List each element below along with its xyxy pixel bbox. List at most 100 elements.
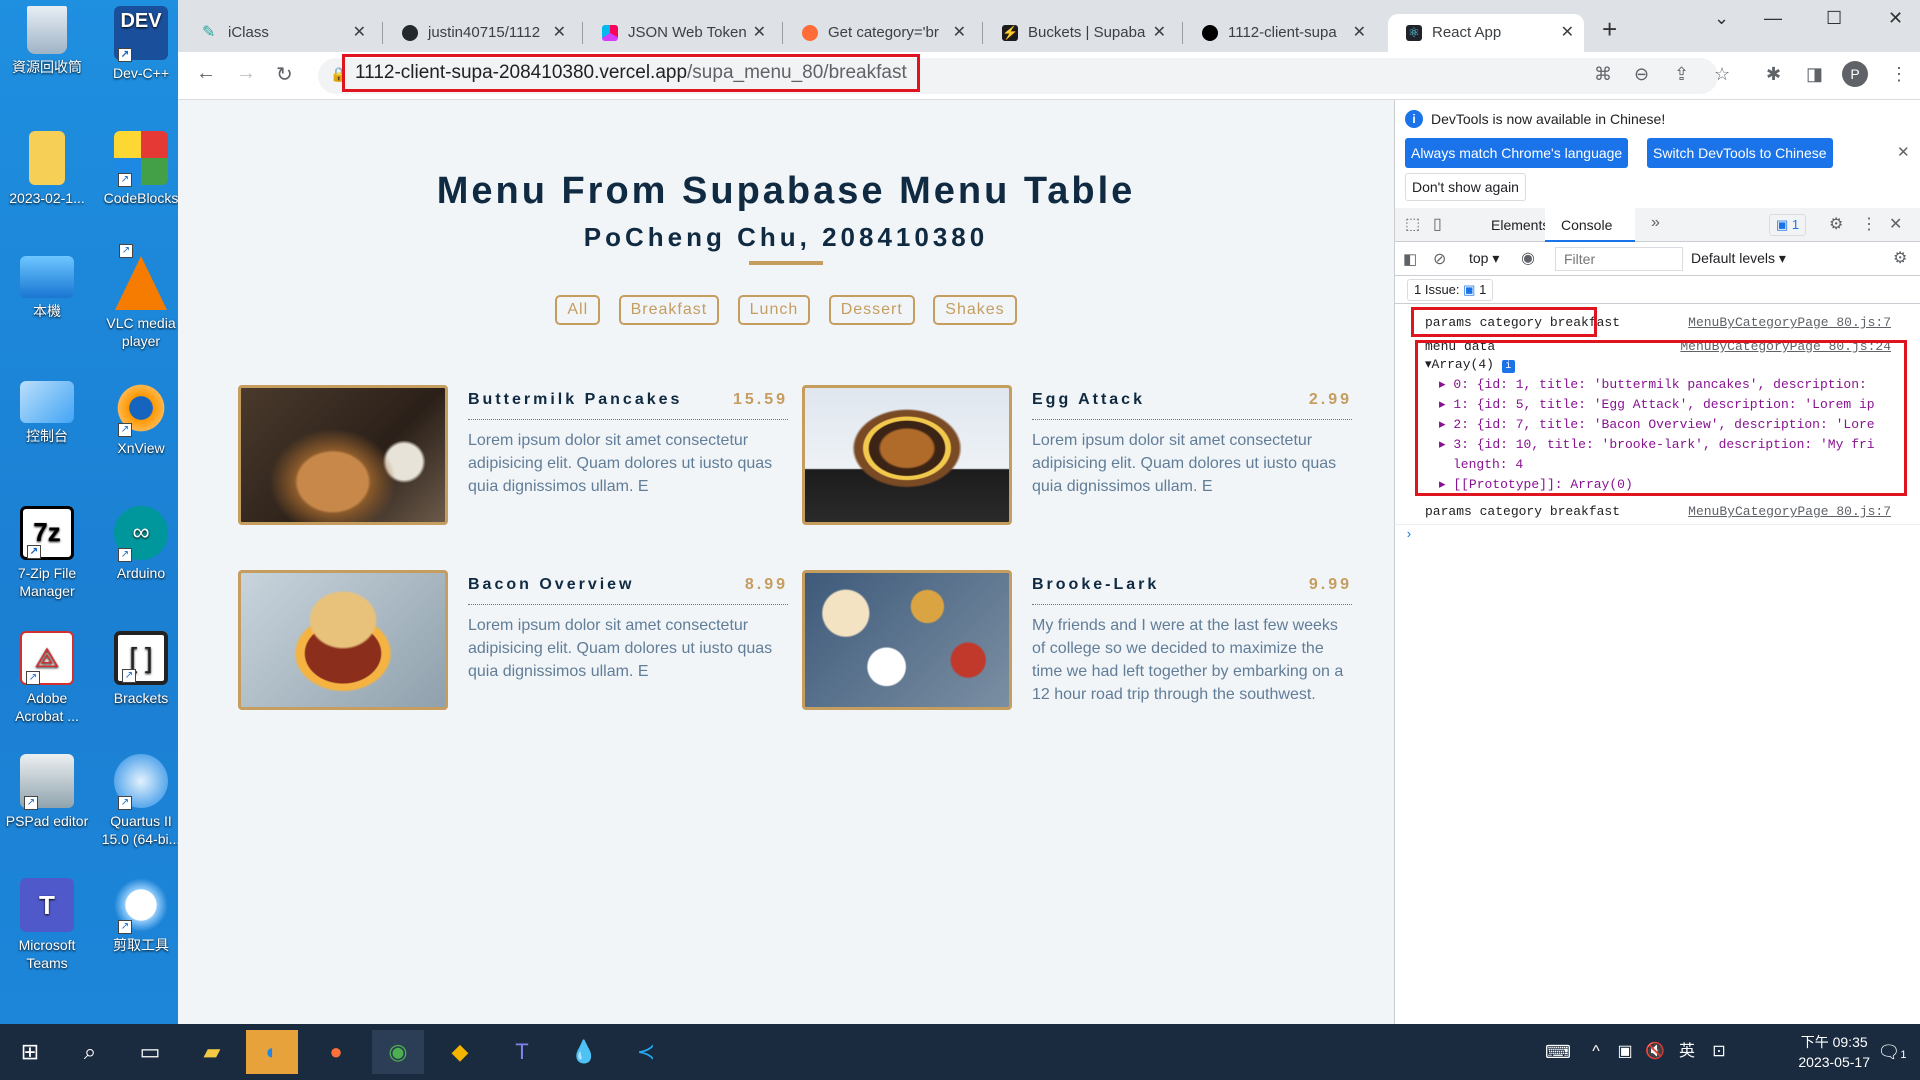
desktop-icon-label: PSPad editor [5, 813, 89, 829]
tray-chevron-icon[interactable]: ^ [1584, 1030, 1608, 1074]
tab-search-icon[interactable]: ⌄ [1714, 8, 1729, 29]
zoom-icon[interactable]: ⊖ [1634, 64, 1649, 85]
menu-item-title: Bacon Overview [468, 576, 635, 593]
clear-console-icon[interactable]: ⊘ [1433, 249, 1446, 269]
volume-icon[interactable]: 🔇 [1640, 1030, 1670, 1074]
issue-flag-icon: ▣ [1463, 282, 1476, 297]
tab-elements[interactable]: Elements [1491, 217, 1549, 233]
control-panel-shortcut[interactable]: 控制台 [2, 375, 92, 445]
live-expression-eye-icon[interactable]: ◉ [1521, 248, 1535, 268]
folder-shortcut[interactable]: 2023-02-1... [2, 125, 92, 207]
brackets-shortcut[interactable]: [ ] ↗ Brackets [96, 625, 186, 707]
dont-show-again-button[interactable]: Don't show again [1405, 173, 1526, 201]
close-devtools-icon[interactable]: ✕ [1889, 214, 1902, 234]
reload-icon[interactable]: ↻ [276, 62, 293, 87]
7zip-shortcut[interactable]: 7z ↗ 7-Zip File Manager [2, 500, 92, 600]
menu-item-price: 15.59 [732, 391, 788, 408]
drop-app-icon[interactable]: 💧 [558, 1030, 610, 1074]
sidebar-toggle-icon[interactable]: ◧ [1403, 250, 1417, 268]
tab-vercel[interactable]: 1112-client-supa ✕ [1184, 14, 1376, 52]
xnview-shortcut[interactable]: ↗ XnView [96, 375, 186, 457]
extensions-icon[interactable]: ✱ [1766, 64, 1781, 85]
console-filter-input[interactable] [1555, 247, 1683, 271]
close-window-icon[interactable]: ✕ [1888, 8, 1903, 29]
filter-breakfast-button[interactable]: Breakfast [618, 295, 720, 325]
menu-item-description: Lorem ipsum dolor sit amet consectetur a… [468, 617, 773, 680]
close-notice-icon[interactable]: ✕ [1897, 143, 1910, 161]
tab-supabase-buckets[interactable]: ⚡ Buckets | Supaba ✕ [984, 14, 1176, 52]
codeblocks-icon: ↗ [114, 131, 168, 187]
tab-github[interactable]: justin40715/1112 ✕ [384, 14, 576, 52]
issues-badge[interactable]: ▣ 1 [1769, 214, 1807, 236]
network-icon[interactable]: ▣ [1610, 1030, 1640, 1074]
tab-iclass[interactable]: ✎ iClass ✕ [184, 14, 376, 52]
side-panel-icon[interactable]: ◨ [1806, 64, 1823, 85]
teams-shortcut[interactable]: T Microsoft Teams [2, 872, 92, 972]
close-icon[interactable]: ✕ [1153, 14, 1166, 52]
inspect-element-icon[interactable]: ⬚ [1405, 214, 1420, 234]
settings-gear-icon[interactable]: ⚙ [1829, 214, 1843, 234]
log-source-link[interactable]: MenuByCategoryPage_80.js:7 [1688, 502, 1891, 522]
forward-icon[interactable]: → [236, 62, 256, 85]
tab-react-app[interactable]: ⚛ React App ✕ [1388, 14, 1584, 52]
arduino-shortcut[interactable]: ∞ ↗ Arduino [96, 500, 186, 582]
vscode-icon[interactable]: ≺ [620, 1030, 672, 1074]
close-icon[interactable]: ✕ [553, 14, 566, 52]
match-language-button[interactable]: Always match Chrome's language [1405, 138, 1629, 168]
system-clock[interactable]: 下午 09:35 2023-05-17 [1798, 1032, 1870, 1072]
filter-dessert-button[interactable]: Dessert [828, 295, 915, 325]
task-view-icon[interactable]: ▭ [124, 1030, 176, 1074]
back-icon[interactable]: ← [196, 62, 216, 85]
log-levels-dropdown[interactable]: Default levels ▾ [1691, 250, 1786, 267]
tab-jwt[interactable]: JSON Web Token ✕ [584, 14, 776, 52]
devcpp-shortcut[interactable]: DEV ↗ Dev-C++ [96, 0, 186, 82]
recycle-bin-shortcut[interactable]: 資源回收筒 [2, 0, 92, 76]
console-prompt[interactable]: › [1395, 524, 1920, 544]
log-source-link[interactable]: MenuByCategoryPage_80.js:7 [1688, 313, 1891, 333]
profile-avatar[interactable]: P [1842, 61, 1868, 87]
minimize-icon[interactable]: — [1764, 8, 1782, 29]
devtools-menu-icon[interactable]: ⋮ [1861, 214, 1877, 234]
keyboard-icon[interactable]: ⌨ [1532, 1030, 1584, 1074]
snipping-tool-shortcut[interactable]: ↗ 剪取工具 [96, 872, 186, 954]
ime-mode-icon[interactable]: ⊡ [1704, 1030, 1734, 1074]
device-toolbar-icon[interactable]: ▯ [1433, 214, 1442, 234]
sourcetree-icon[interactable]: ◆ [434, 1030, 486, 1074]
filter-shakes-button[interactable]: Shakes [933, 295, 1017, 325]
bookmark-star-icon[interactable]: ☆ [1714, 64, 1730, 85]
tab-get-category[interactable]: Get category='br ✕ [784, 14, 976, 52]
codeblocks-shortcut[interactable]: ↗ CodeBlocks [96, 125, 186, 207]
new-tab-icon[interactable]: + [1602, 14, 1617, 45]
acrobat-shortcut[interactable]: ⟁ ↗ Adobe Acrobat ... [2, 625, 92, 725]
chrome-icon[interactable]: ◉ [372, 1030, 424, 1074]
maximize-icon[interactable]: ☐ [1826, 8, 1842, 29]
more-tabs-icon[interactable]: » [1651, 214, 1660, 232]
pspad-shortcut[interactable]: ↗ PSPad editor [2, 748, 92, 830]
windows-start-icon[interactable]: ⊞ [4, 1030, 56, 1074]
search-icon[interactable]: ⌕ [64, 1030, 116, 1074]
issues-link[interactable]: 1 Issue: ▣ 1 [1407, 279, 1494, 301]
vlc-shortcut[interactable]: ↗ VLC media player [96, 244, 186, 350]
close-icon[interactable]: ✕ [353, 14, 366, 52]
menu-kebab-icon[interactable]: ⋮ [1890, 64, 1908, 85]
filter-lunch-button[interactable]: Lunch [737, 295, 811, 325]
close-icon[interactable]: ✕ [953, 14, 966, 52]
close-icon[interactable]: ✕ [1561, 14, 1574, 52]
teams-taskbar-icon[interactable]: T [496, 1030, 548, 1074]
filter-all-button[interactable]: All [555, 295, 601, 325]
firefox-icon[interactable]: ● [310, 1030, 362, 1074]
computer-shortcut[interactable]: 本機 [2, 250, 92, 320]
edge-icon[interactable]: ◐ [246, 1030, 298, 1074]
file-explorer-icon[interactable]: ▰ [186, 1030, 238, 1074]
address-bar-url[interactable]: 1112-client-supa-208410380.vercel.app/su… [342, 54, 920, 92]
close-icon[interactable]: ✕ [1353, 14, 1366, 52]
switch-to-chinese-button[interactable]: Switch DevTools to Chinese [1647, 138, 1833, 168]
translate-icon[interactable]: ⌘ [1594, 64, 1612, 85]
context-selector[interactable]: top ▾ [1469, 250, 1499, 267]
ime-indicator[interactable]: 英 [1672, 1030, 1702, 1074]
console-settings-icon[interactable]: ⚙ [1893, 248, 1907, 268]
quartus-shortcut[interactable]: ↗ Quartus II 15.0 (64-bi... [96, 748, 186, 848]
close-icon[interactable]: ✕ [753, 14, 766, 52]
share-icon[interactable]: ⇪ [1674, 64, 1689, 85]
notification-center-icon[interactable]: 🗨1 [1872, 1030, 1912, 1074]
